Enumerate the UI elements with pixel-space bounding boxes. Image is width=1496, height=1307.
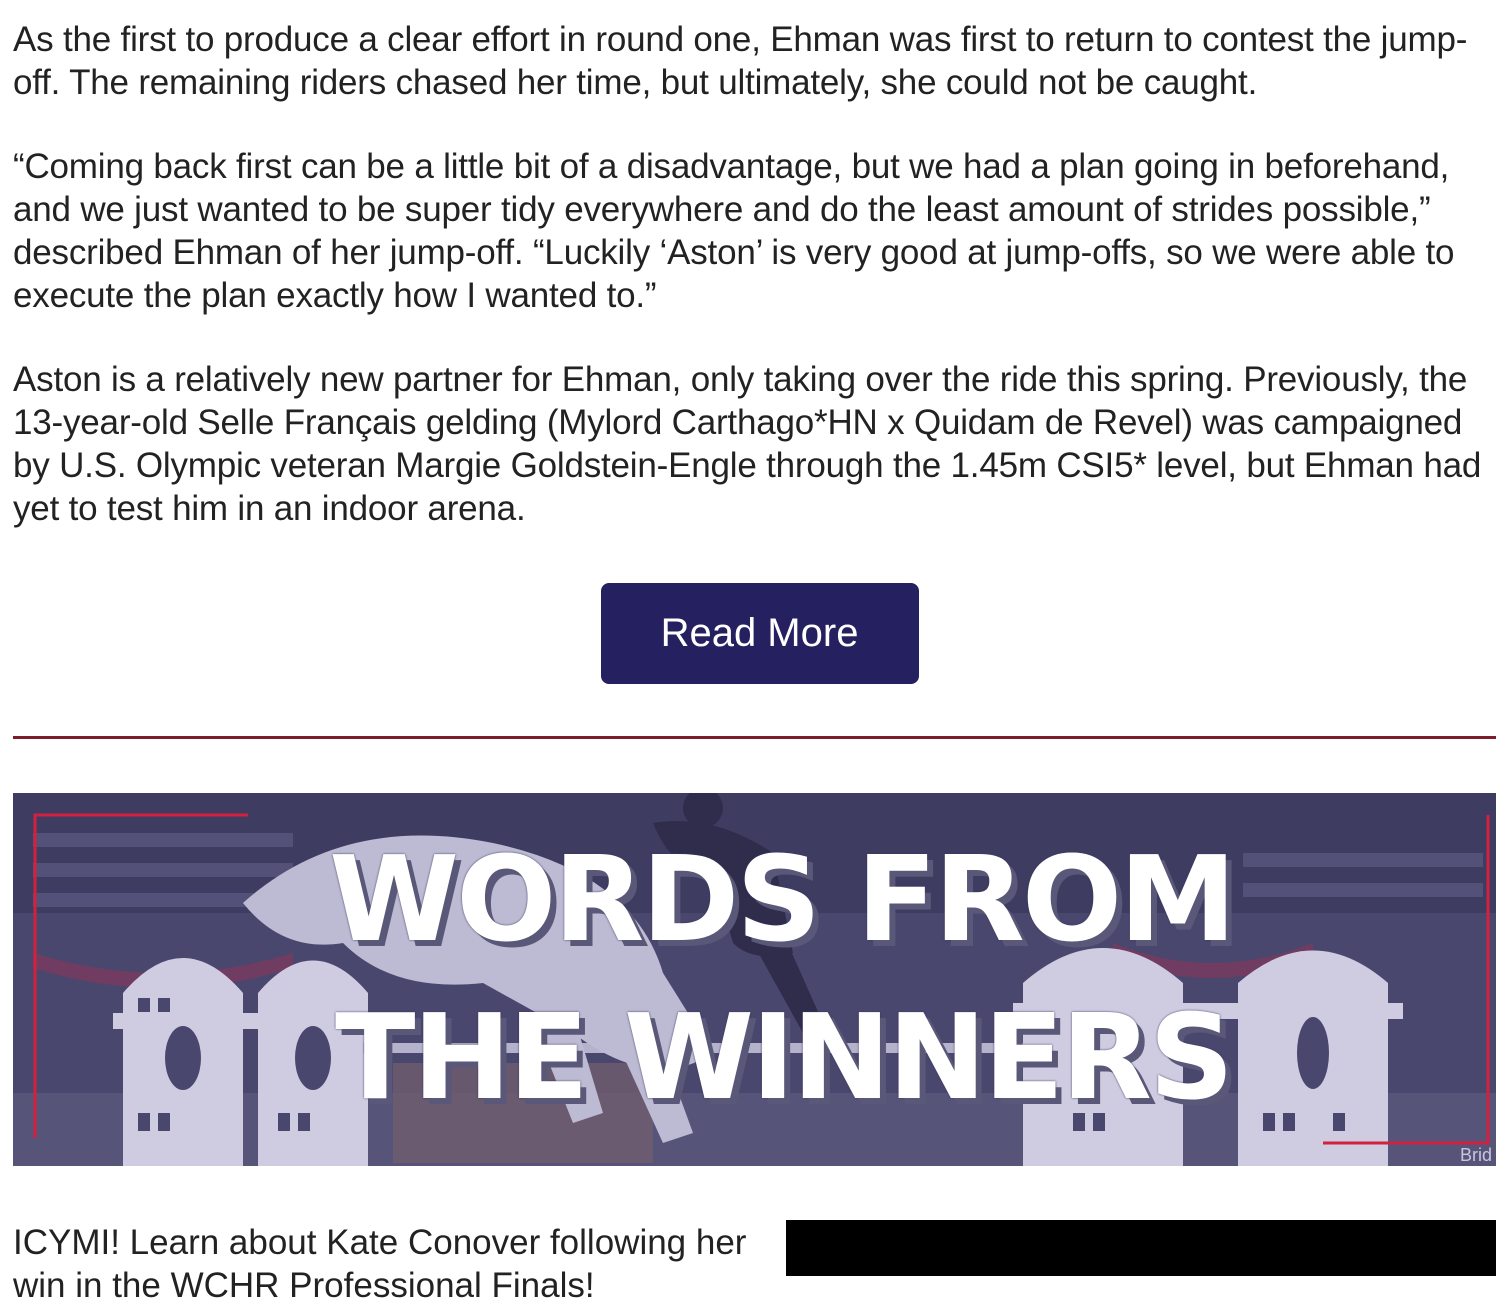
banner-headline-line-2: THE WINNERS <box>335 988 1234 1126</box>
article-paragraph-3: Aston is a relatively new partner for Eh… <box>13 360 1491 528</box>
read-more-container: Read More <box>0 583 1496 684</box>
video-embed[interactable] <box>786 1220 1496 1276</box>
article-paragraph-2: “Coming back first can be a little bit o… <box>13 147 1464 315</box>
banner-headline: WORDS FROM THE WINNERS Brid <box>13 793 1496 1166</box>
icymi-text: ICYMI! Learn about Kate Conover followin… <box>13 1223 747 1305</box>
read-more-button[interactable]: Read More <box>600 583 919 684</box>
banner-watermark: Brid <box>1459 1145 1492 1165</box>
banner-headline-line-1: WORDS FROM <box>329 830 1237 968</box>
article-body: As the first to produce a clear effort i… <box>13 18 1491 571</box>
article-paragraph-1: As the first to produce a clear effort i… <box>13 20 1468 102</box>
section-divider <box>13 736 1496 739</box>
words-from-the-winners-banner[interactable]: WORDS FROM THE WINNERS Brid <box>13 793 1496 1166</box>
